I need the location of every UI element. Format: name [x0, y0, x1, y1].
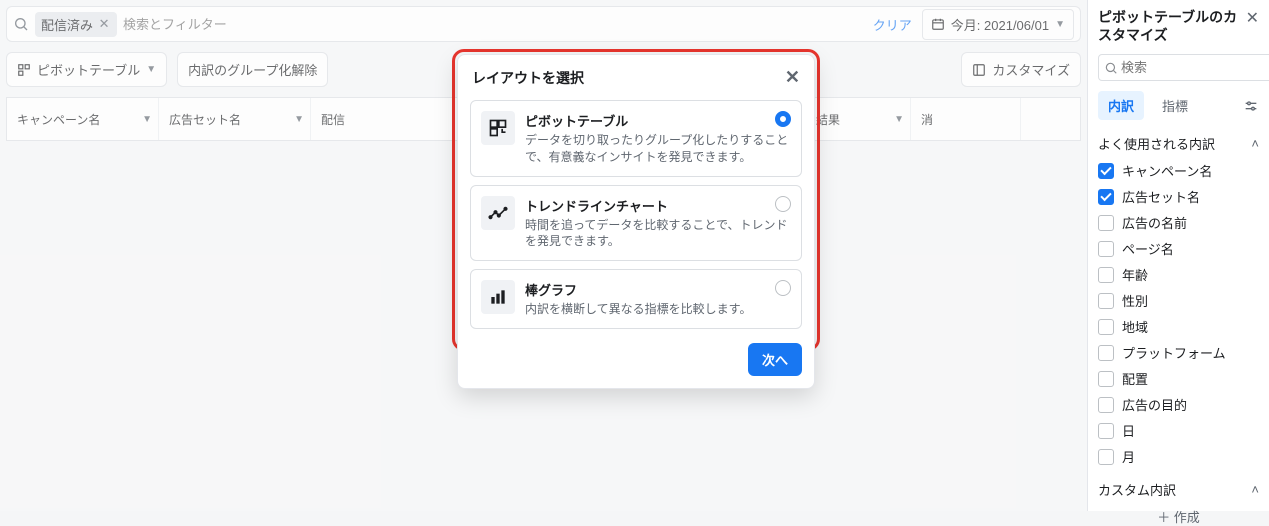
breakdown-item-label: 日	[1122, 421, 1135, 440]
breakdown-item[interactable]: 広告セット名	[1098, 187, 1259, 206]
breakdown-item[interactable]: 配置	[1098, 369, 1259, 388]
search-icon	[1104, 61, 1118, 75]
modal-title: レイアウトを選択	[472, 68, 584, 88]
tab-breakdown[interactable]: 内訳	[1098, 91, 1144, 120]
breakdown-item[interactable]: 年齢	[1098, 265, 1259, 284]
tab-metric[interactable]: 指標	[1152, 91, 1198, 120]
checkbox-icon[interactable]	[1098, 397, 1114, 413]
breakdown-item[interactable]: キャンペーン名	[1098, 161, 1259, 180]
radio-unselected[interactable]	[775, 196, 791, 212]
next-button[interactable]: 次へ	[748, 343, 802, 376]
option-desc: データを切り取ったりグループ化したりすることで、有意義なインサイトを発見できます…	[525, 132, 791, 166]
section-custom[interactable]: カスタム内訳 ˄	[1098, 480, 1259, 499]
breakdown-item-label: プラットフォーム	[1122, 343, 1226, 362]
layout-modal: レイアウトを選択 ✕ ピボットテーブル データを切り取ったりグループ化したりする…	[457, 54, 815, 389]
option-desc: 時間を追ってデータを比較することで、トレンドを発見できます。	[525, 217, 791, 251]
toggle-icon[interactable]	[1243, 98, 1259, 114]
radio-selected[interactable]	[775, 111, 791, 127]
checkbox-icon[interactable]	[1098, 293, 1114, 309]
close-icon[interactable]: ✕	[1246, 8, 1259, 28]
checkbox-icon[interactable]	[1098, 319, 1114, 335]
option-trend-line[interactable]: トレンドラインチャート 時間を追ってデータを比較することで、トレンドを発見できま…	[470, 185, 802, 262]
trend-icon	[481, 196, 515, 230]
checkbox-icon[interactable]	[1098, 423, 1114, 439]
chevron-up-icon: ˄	[1251, 136, 1259, 151]
breakdown-item-label: 配置	[1122, 369, 1148, 388]
breakdown-item[interactable]: ページ名	[1098, 239, 1259, 258]
create-button[interactable]: ＋ 作成	[1098, 507, 1259, 526]
breakdown-item[interactable]: 日	[1098, 421, 1259, 440]
chevron-up-icon: ˄	[1251, 482, 1259, 497]
section-frequent[interactable]: よく使用される内訳 ˄	[1098, 134, 1259, 153]
breakdown-checklist: キャンペーン名広告セット名広告の名前ページ名年齢性別地域プラットフォーム配置広告…	[1098, 161, 1259, 466]
checkbox-icon[interactable]	[1098, 371, 1114, 387]
option-bar-chart[interactable]: 棒グラフ 内訳を横断して異なる指標を比較します。	[470, 269, 802, 329]
breakdown-item-label: 年齢	[1122, 265, 1148, 284]
breakdown-item[interactable]: 広告の名前	[1098, 213, 1259, 232]
customize-panel: ピボットテーブルのカスタマイズ ✕ … 内訳 指標 よく使用される内訳 ˄ キャ…	[1087, 0, 1269, 511]
option-title: ピボットテーブル	[525, 111, 791, 130]
breakdown-item-label: 広告セット名	[1122, 187, 1200, 206]
checkbox-icon[interactable]	[1098, 267, 1114, 283]
breakdown-item-label: 地域	[1122, 317, 1148, 336]
breakdown-item-label: 広告の名前	[1122, 213, 1187, 232]
option-desc: 内訳を横断して異なる指標を比較します。	[525, 301, 791, 318]
breakdown-item-label: キャンペーン名	[1122, 161, 1212, 180]
breakdown-item-label: ページ名	[1122, 239, 1174, 258]
checkbox-checked-icon[interactable]	[1098, 163, 1114, 179]
checkbox-icon[interactable]	[1098, 449, 1114, 465]
checkbox-checked-icon[interactable]	[1098, 189, 1114, 205]
bar-chart-icon	[481, 280, 515, 314]
checkbox-icon[interactable]	[1098, 345, 1114, 361]
checkbox-icon[interactable]	[1098, 215, 1114, 231]
breakdown-item[interactable]: 地域	[1098, 317, 1259, 336]
breakdown-item-label: 月	[1122, 447, 1135, 466]
panel-search-input[interactable]	[1098, 54, 1269, 81]
option-title: トレンドラインチャート	[525, 196, 791, 215]
breakdown-item[interactable]: 広告の目的	[1098, 395, 1259, 414]
breakdown-item-label: 広告の目的	[1122, 395, 1187, 414]
checkbox-icon[interactable]	[1098, 241, 1114, 257]
breakdown-item[interactable]: 性別	[1098, 291, 1259, 310]
option-pivot-table[interactable]: ピボットテーブル データを切り取ったりグループ化したりすることで、有意義なインサ…	[470, 100, 802, 177]
pivot-icon	[481, 111, 515, 145]
option-title: 棒グラフ	[525, 280, 791, 299]
breakdown-item[interactable]: 月	[1098, 447, 1259, 466]
panel-title: ピボットテーブルのカスタマイズ	[1098, 8, 1246, 44]
breakdown-item-label: 性別	[1122, 291, 1148, 310]
close-icon[interactable]: ✕	[785, 67, 800, 88]
breakdown-item[interactable]: プラットフォーム	[1098, 343, 1259, 362]
